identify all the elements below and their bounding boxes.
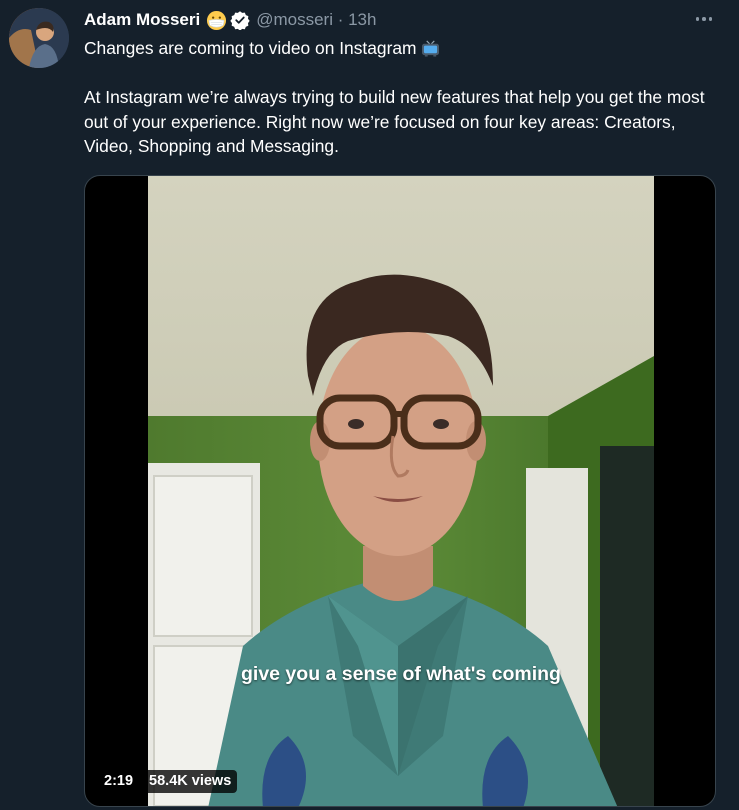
video-frame: give you a sense of what's coming xyxy=(148,176,654,806)
tweet-body: At Instagram we’re always trying to buil… xyxy=(84,87,705,156)
video-player[interactable]: give you a sense of what's coming 2:19 5… xyxy=(84,175,716,807)
tweet-line-1: Changes are coming to video on Instagram xyxy=(84,38,417,58)
author-name[interactable]: Adam Mosseri xyxy=(84,10,200,30)
tweet-header: Adam Mosseri @mosseri · 13h xyxy=(84,9,376,31)
video-views: 58.4K views xyxy=(143,770,238,793)
tweet[interactable]: Adam Mosseri @mosseri · 13h Changes are … xyxy=(0,0,739,810)
more-horizontal-icon[interactable] xyxy=(693,10,715,28)
video-caption: give you a sense of what's coming xyxy=(241,663,561,685)
avatar[interactable] xyxy=(9,8,69,68)
verified-badge-icon xyxy=(230,11,250,30)
video-badges: 2:19 58.4K views xyxy=(98,770,238,793)
video-duration: 2:19 xyxy=(98,770,140,793)
tweet-text: Changes are coming to video on Instagram… xyxy=(84,36,724,159)
handle-and-time[interactable]: @mosseri · 13h xyxy=(256,10,376,30)
television-icon xyxy=(421,40,439,57)
face-with-medical-mask-icon xyxy=(207,10,227,30)
